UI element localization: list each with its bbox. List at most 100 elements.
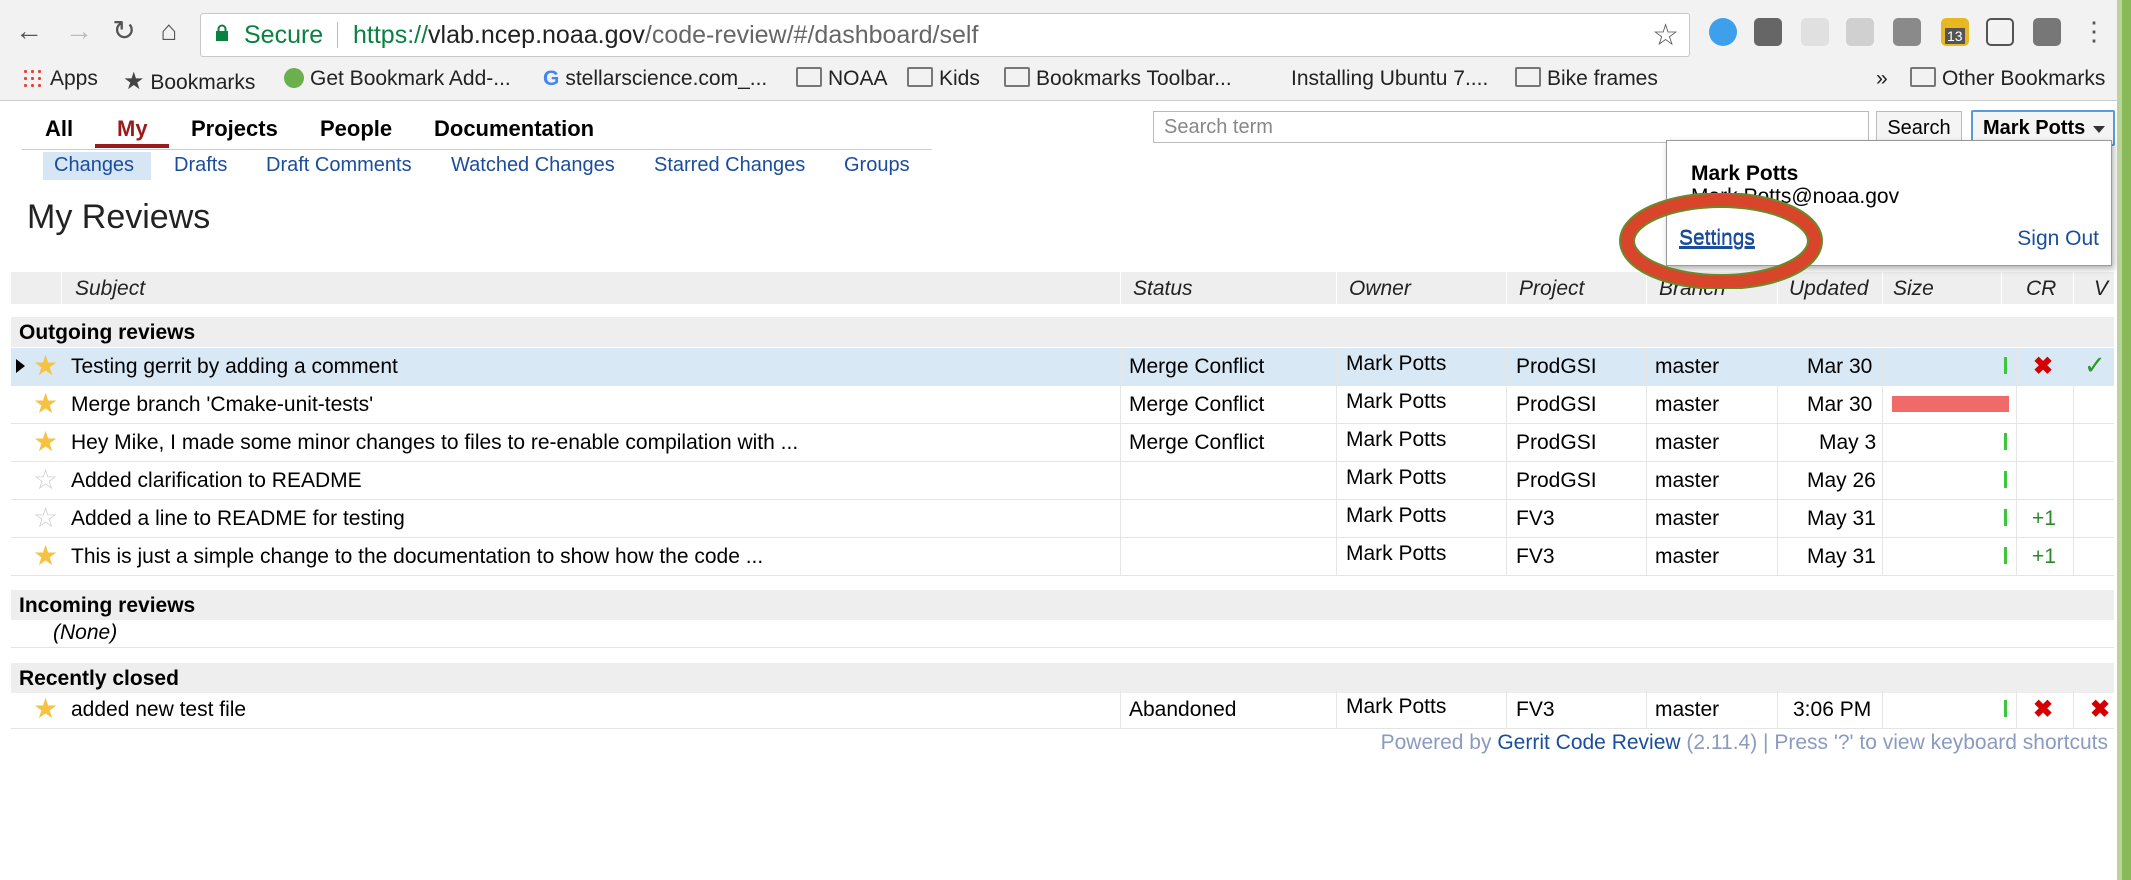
star-icon[interactable]: ★: [33, 351, 58, 381]
subnav-draft-comments[interactable]: Draft Comments: [266, 154, 412, 177]
extension-calendar-icon[interactable]: 13: [1941, 18, 1969, 46]
bookmark-noaa[interactable]: NOAA: [796, 67, 888, 91]
cell-subject[interactable]: Hey Mike, I made some minor changes to f…: [71, 431, 798, 455]
cell-branch[interactable]: master: [1655, 393, 1719, 417]
bookmark-apps[interactable]: Apps: [22, 67, 98, 91]
star-icon[interactable]: ★: [33, 541, 58, 571]
cast-icon[interactable]: [1986, 18, 2014, 46]
cell-owner[interactable]: Mark Potts: [1346, 695, 1446, 719]
bookmark-kids[interactable]: Kids: [907, 67, 980, 91]
bookmark-star-icon[interactable]: ☆: [1652, 18, 1679, 53]
subnav-drafts[interactable]: Drafts: [174, 154, 227, 177]
lock-icon: [216, 24, 228, 41]
star-outline-icon[interactable]: ☆: [33, 503, 58, 533]
cell-subject[interactable]: added new test file: [71, 698, 246, 722]
cell-branch[interactable]: master: [1655, 698, 1719, 722]
cell-subject[interactable]: This is just a simple change to the docu…: [71, 545, 763, 569]
nav-all[interactable]: All: [45, 116, 73, 142]
cell-subject[interactable]: Added clarification to README: [71, 469, 362, 493]
extension-badge: 13: [1945, 28, 1965, 44]
subnav-watched-changes[interactable]: Watched Changes: [451, 154, 615, 177]
bookmark-ubuntu[interactable]: Installing Ubuntu 7....: [1291, 67, 1488, 91]
bookmark-bike-frames[interactable]: Bike frames: [1515, 67, 1658, 91]
address-bar[interactable]: Secure https://vlab.ncep.noaa.gov/code-r…: [200, 13, 1690, 57]
nav-projects[interactable]: Projects: [191, 116, 278, 142]
nav-people[interactable]: People: [320, 116, 392, 142]
table-row[interactable]: ★ Hey Mike, I made some minor changes to…: [11, 424, 2114, 462]
cell-project[interactable]: ProdGSI: [1516, 355, 1597, 379]
star-icon[interactable]: ★: [33, 427, 58, 457]
cell-branch[interactable]: master: [1655, 355, 1719, 379]
more-menu-icon[interactable]: ⋮: [2077, 14, 2111, 48]
forward-arrow-icon[interactable]: →: [62, 14, 96, 48]
cell-owner[interactable]: Mark Potts: [1346, 428, 1446, 452]
cell-separator: [1646, 462, 1647, 499]
cell-subject[interactable]: Added a line to README for testing: [71, 507, 405, 531]
bookmark-toolbar[interactable]: Bookmarks Toolbar...: [1004, 67, 1232, 91]
reject-icon: ✖: [2033, 353, 2054, 380]
home-icon[interactable]: ⌂: [152, 14, 186, 48]
subnav-groups[interactable]: Groups: [844, 154, 910, 177]
table-row[interactable]: ☆ Added a line to README for testing Mar…: [11, 500, 2114, 538]
bookmark-bookmarks[interactable]: ★ Bookmarks: [123, 67, 255, 96]
cell-owner[interactable]: Mark Potts: [1346, 466, 1446, 490]
cell-branch[interactable]: master: [1655, 431, 1719, 455]
cell-separator: [1506, 538, 1507, 575]
cell-project[interactable]: FV3: [1516, 507, 1555, 531]
extension-cloud-icon[interactable]: [1801, 18, 1829, 46]
cell-separator: [2016, 691, 2017, 728]
settings-link-label[interactable]: Settings: [1679, 226, 1755, 250]
star-icon[interactable]: ★: [33, 389, 58, 419]
cell-owner[interactable]: Mark Potts: [1346, 504, 1446, 528]
cell-project[interactable]: ProdGSI: [1516, 393, 1597, 417]
bookmark-get-add[interactable]: Get Bookmark Add-...: [284, 67, 511, 91]
bookmark-stellarscience[interactable]: Gstellarscience.com_...: [543, 67, 767, 91]
column-separator: [2001, 272, 2002, 304]
cell-subject[interactable]: Merge branch 'Cmake-unit-tests': [71, 393, 373, 417]
subnav-starred-changes[interactable]: Starred Changes: [654, 154, 805, 177]
table-row[interactable]: ★ Testing gerrit by adding a comment Mer…: [11, 348, 2114, 386]
cell-separator: [1646, 386, 1647, 423]
bookmarks-overflow[interactable]: »: [1876, 67, 1888, 91]
cell-project[interactable]: FV3: [1516, 545, 1555, 569]
cell-owner[interactable]: Mark Potts: [1346, 390, 1446, 414]
cell-separator: [2016, 424, 2017, 461]
extension-robot-icon[interactable]: [1754, 18, 1782, 46]
cell-branch[interactable]: master: [1655, 469, 1719, 493]
cell-branch[interactable]: master: [1655, 545, 1719, 569]
extension-dropbox-icon[interactable]: [1846, 18, 1874, 46]
table-row[interactable]: ★ Merge branch 'Cmake-unit-tests' Merge …: [11, 386, 2114, 424]
reload-icon[interactable]: ↻: [107, 14, 141, 48]
nav-my[interactable]: My: [117, 116, 148, 142]
sign-out-link[interactable]: Sign Out: [2017, 227, 2099, 251]
url-text[interactable]: https://vlab.ncep.noaa.gov/code-review/#…: [353, 21, 978, 50]
header-project: Project: [1519, 277, 1585, 300]
cell-subject[interactable]: Testing gerrit by adding a comment: [71, 355, 398, 379]
extension-square-icon[interactable]: [2033, 18, 2061, 46]
column-separator: [61, 272, 62, 304]
nav-documentation[interactable]: Documentation: [434, 116, 594, 142]
cell-separator: [2016, 386, 2017, 423]
cell-owner[interactable]: Mark Potts: [1346, 352, 1446, 376]
subnav-changes[interactable]: Changes: [54, 154, 134, 177]
star-outline-icon[interactable]: ☆: [33, 465, 58, 495]
cell-project[interactable]: FV3: [1516, 698, 1555, 722]
gerrit-link[interactable]: Gerrit Code Review: [1497, 731, 1680, 754]
cell-separator: [1777, 538, 1778, 575]
star-icon[interactable]: ★: [33, 694, 58, 724]
footer: Powered by Gerrit Code Review (2.11.4) |…: [1381, 731, 2108, 755]
table-row[interactable]: ★ This is just a simple change to the do…: [11, 538, 2114, 576]
cell-branch[interactable]: master: [1655, 507, 1719, 531]
cell-owner[interactable]: Mark Potts: [1346, 542, 1446, 566]
table-row[interactable]: ☆ Added clarification to README Mark Pot…: [11, 462, 2114, 500]
extension-v-icon[interactable]: [1709, 18, 1737, 46]
cell-project[interactable]: ProdGSI: [1516, 431, 1597, 455]
back-arrow-icon[interactable]: ←: [12, 14, 46, 48]
bookmark-other[interactable]: Other Bookmarks: [1910, 67, 2105, 91]
extension-key-icon[interactable]: [1893, 18, 1921, 46]
cell-updated: Mar 30: [1807, 355, 1873, 378]
table-row[interactable]: ★ added new test file Abandoned Mark Pot…: [11, 691, 2114, 729]
page-title: My Reviews: [27, 198, 211, 236]
search-input[interactable]: [1153, 111, 1869, 143]
cell-project[interactable]: ProdGSI: [1516, 469, 1597, 493]
